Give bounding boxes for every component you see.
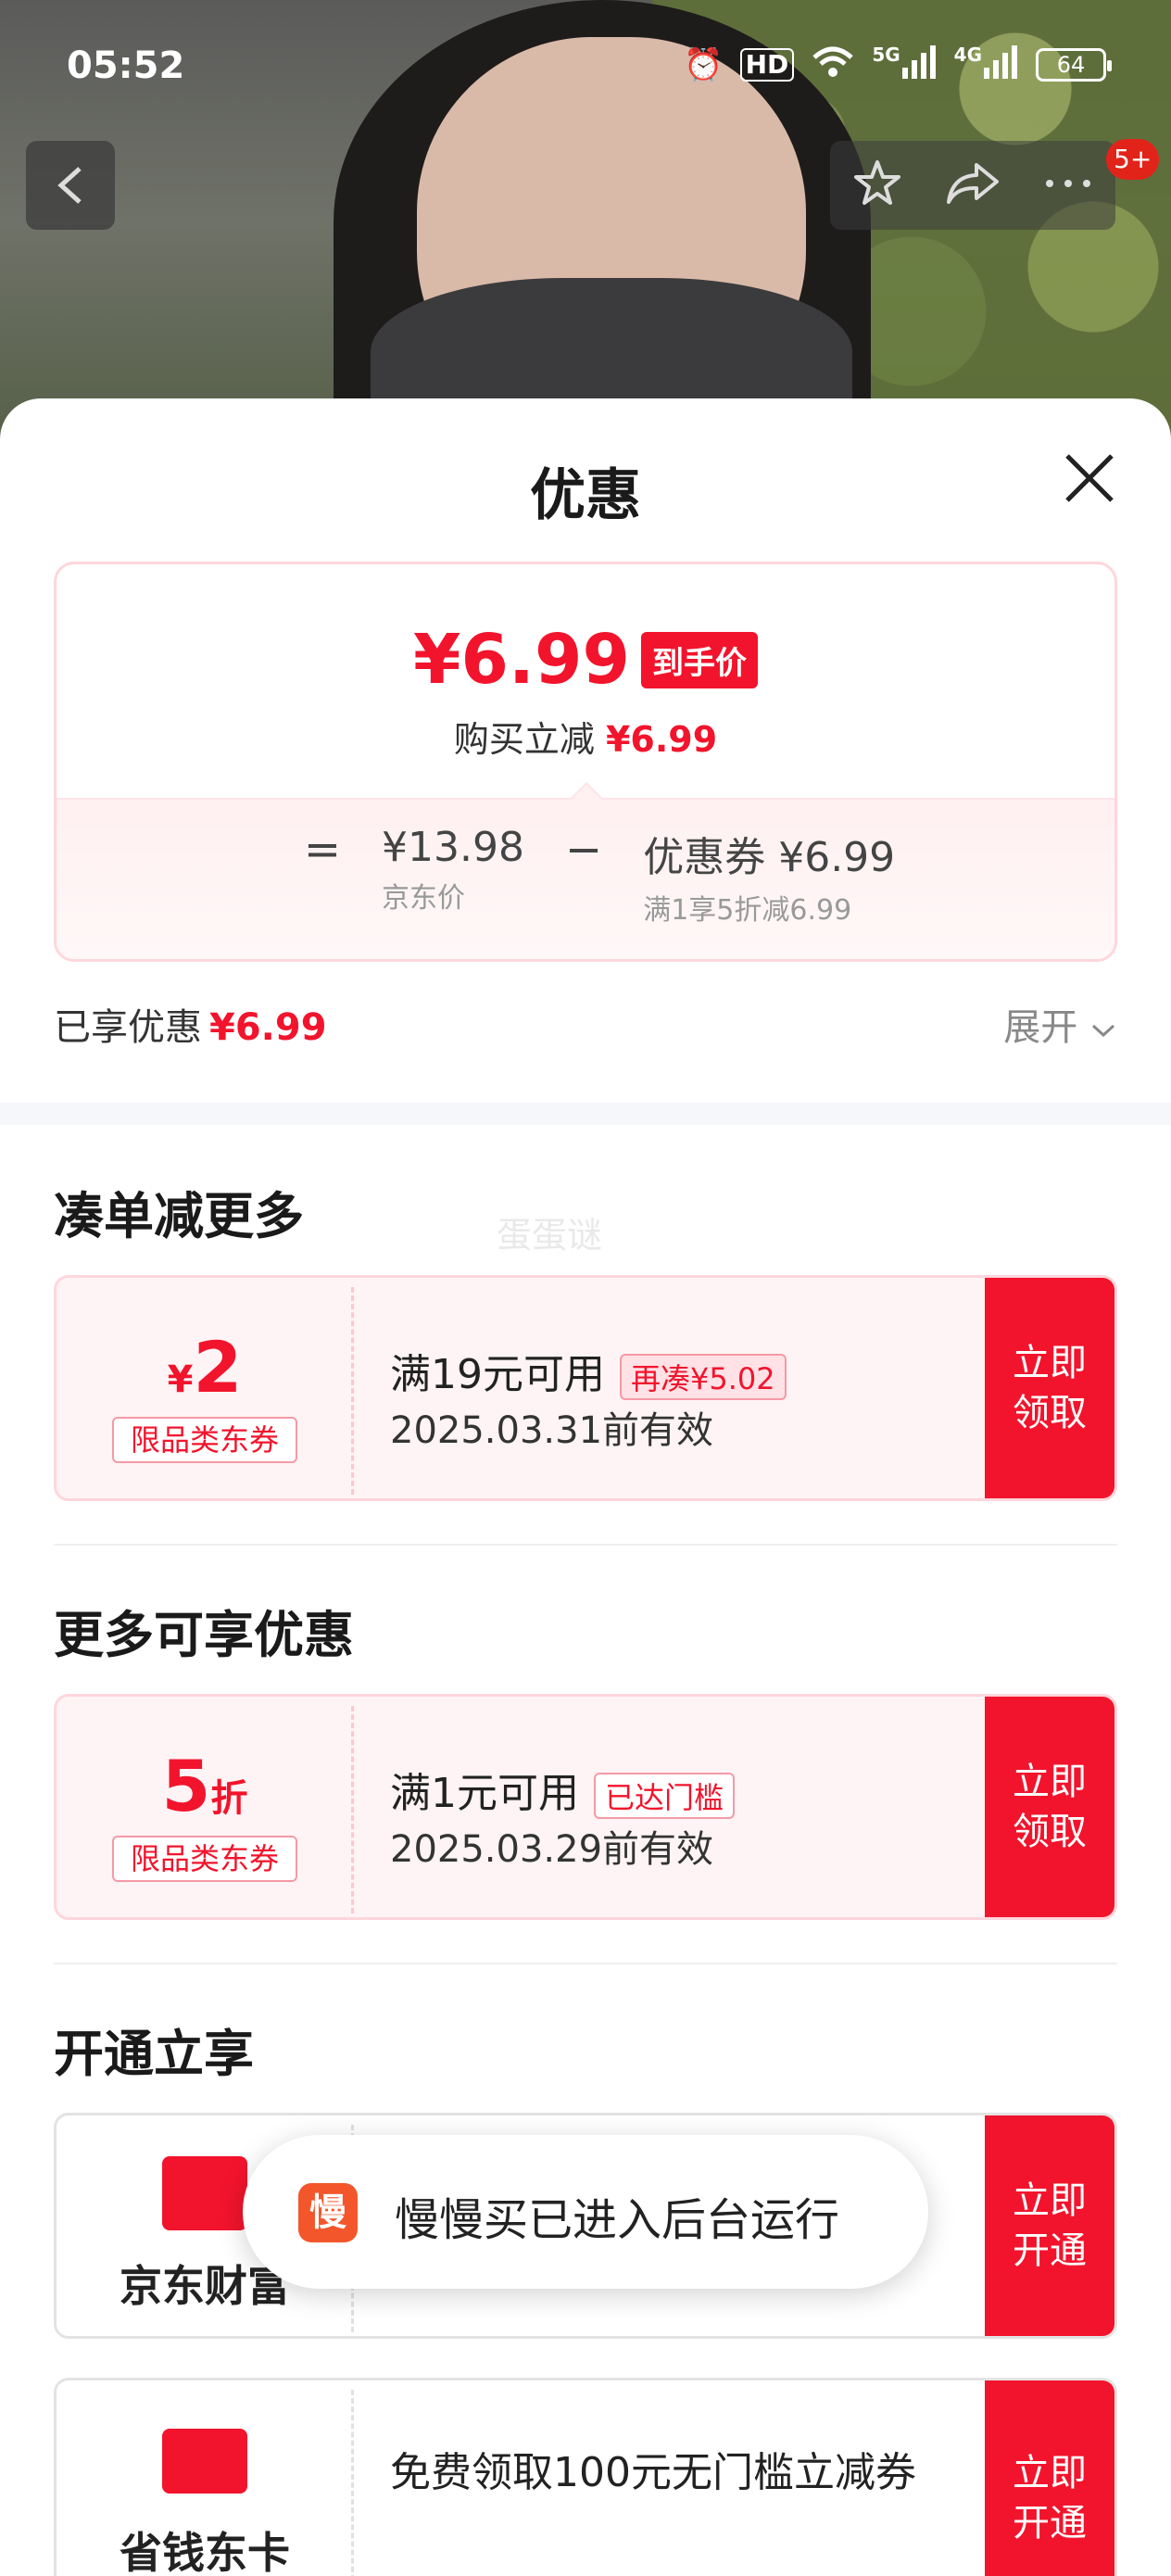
price-summary-top: ¥6.99 到手价 购买立减 ¥6.99 (57, 564, 1114, 798)
cta-line: 领取 (1013, 1392, 1087, 1434)
close-icon (1065, 454, 1114, 502)
close-button[interactable] (1060, 448, 1119, 508)
share-icon[interactable] (945, 158, 1001, 213)
jd-price-label: 京东价 (382, 882, 466, 915)
coupon-rule: 满1享5折减6.99 (643, 894, 852, 927)
favorite-star-icon[interactable] (851, 158, 903, 213)
coupon-value: 5 (161, 1745, 211, 1827)
final-price-row: ¥6.99 到手价 (57, 620, 1114, 700)
signal-5g-label: 5G (872, 44, 900, 66)
cta-line: 立即 (1013, 2452, 1087, 2494)
coupon-status-pill: 已达门槛 (594, 1773, 736, 1819)
back-button[interactable] (26, 141, 115, 230)
coupon-condition-row: 满19元可用 再凑¥5.02 (390, 1341, 787, 1400)
watermark: 蛋蛋谜 (497, 1215, 603, 1256)
background-running-toast: 慢 慢慢买已进入后台运行 (243, 2135, 928, 2289)
price-summary-card: ¥6.99 到手价 购买立减 ¥6.99 = ¥13.98 京东价 − 优惠券 ¥… (54, 562, 1117, 962)
card-dashed-separator (351, 2390, 354, 2576)
chevron-down-icon (1091, 1024, 1115, 1038)
instant-discount-line: 购买立减 ¥6.99 (57, 711, 1114, 762)
divider-line (54, 1544, 1117, 1546)
coupon-valid-date: 2025.03.29前有效 (390, 1828, 714, 1871)
top-action-bar (830, 141, 1115, 230)
wifi-icon (811, 44, 855, 85)
equals-sign: = (303, 824, 342, 876)
cta-line: 立即 (1013, 1342, 1087, 1384)
toast-text: 慢慢买已进入后台运行 (395, 2194, 840, 2246)
cta-line: 开通 (1013, 2502, 1087, 2544)
claim-coupon-button[interactable]: 立即 领取 (985, 1278, 1114, 1498)
expand-toggle[interactable]: 展开 (1003, 997, 1117, 1051)
section-title-membership: 开通立享 (54, 2025, 254, 2083)
cta-line: 领取 (1013, 1811, 1087, 1853)
claim-coupon-button[interactable]: 立即 领取 (985, 1697, 1114, 1917)
currency-symbol: ¥ (167, 1358, 194, 1401)
coupon-valid-date: 2025.03.31前有效 (390, 1409, 714, 1452)
status-icons: ⏰ HD 5G 4G 64 (684, 44, 1112, 85)
instant-discount-label: 购买立减 (453, 719, 595, 760)
final-price: ¥6.99 (412, 620, 631, 700)
discount-unit: 折 (210, 1777, 248, 1820)
coupon-block: 优惠券 ¥6.99 满1享5折减6.99 (643, 824, 895, 928)
chevron-left-icon (57, 167, 82, 204)
manmanmai-app-icon: 慢 (298, 2183, 358, 2242)
coupon-dashed-separator (351, 1287, 354, 1495)
divider-line (54, 1963, 1117, 1964)
hd-icon: HD (739, 48, 795, 82)
saved-amount: ¥6.99 (209, 1006, 327, 1049)
coupon-type-tag: 限品类东券 (112, 1417, 297, 1463)
coupon-condition: 满1元可用 (390, 1770, 579, 1817)
coupon-dashed-separator (351, 1706, 354, 1913)
instant-discount-amount: ¥6.99 (605, 719, 718, 760)
alarm-icon: ⏰ (684, 46, 724, 83)
sheet-title: 优惠 (530, 463, 641, 528)
coupon-card: 5折 限品类东券 满1元可用 已达门槛 2025.03.29前有效 立即 领取 (54, 1694, 1117, 1920)
coupon-condition-row: 满1元可用 已达门槛 (390, 1760, 736, 1819)
final-price-tag: 到手价 (641, 631, 759, 688)
saved-summary: 已享优惠 ¥6.99 (54, 997, 327, 1051)
coupon-card: ¥2 限品类东券 满19元可用 再凑¥5.02 2025.03.31前有效 立即 … (54, 1275, 1117, 1501)
coupon-status-pill: 再凑¥5.02 (620, 1354, 787, 1400)
more-dots-icon[interactable] (1042, 176, 1094, 195)
signal-5g-icon: 5G (872, 45, 937, 84)
status-bar: 05:52 ⏰ HD 5G 4G 64 (0, 0, 1171, 139)
section-divider (0, 1103, 1171, 1125)
price-formula-row: = ¥13.98 京东价 − 优惠券 ¥6.99 满1享5折减6.99 (57, 824, 1114, 928)
brand-name: 省钱东卡 (120, 2528, 290, 2576)
coupon-value: 2 (193, 1326, 243, 1408)
saved-label: 已享优惠 (54, 1006, 202, 1049)
cta-line: 立即 (1013, 2179, 1087, 2222)
cta-line: 立即 (1013, 1761, 1087, 1803)
membership-card-saving-card: 省钱东卡 免费领取100元无门槛立减券 立即 开通 (54, 2378, 1117, 2576)
signal-4g-label: 4G (953, 44, 982, 66)
activate-button[interactable]: 立即 开通 (985, 2115, 1114, 2336)
status-time: 05:52 (67, 44, 185, 87)
coupon-type-tag: 限品类东券 (112, 1836, 297, 1882)
jd-wealth-logo-icon (162, 2156, 247, 2230)
coupon-amount: 5折 (57, 1745, 353, 1827)
signal-4g-icon: 4G (954, 45, 1019, 84)
message-count-badge: 5+ (1106, 139, 1160, 180)
section-title-more-savings: 凑单减更多 (54, 1187, 304, 1245)
saving-card-logo-icon (162, 2429, 247, 2494)
coupon-condition: 满19元可用 (390, 1351, 605, 1398)
coupon-amount: ¥2 (57, 1326, 353, 1408)
coupon-deduction: 优惠券 ¥6.99 (643, 834, 896, 881)
card-offer-text: 免费领取100元无门槛立减券 (390, 2449, 916, 2496)
jd-price-block: ¥13.98 京东价 (382, 824, 524, 915)
battery-icon: 64 (1036, 48, 1112, 82)
jd-price: ¥13.98 (382, 824, 524, 871)
section-title-more-offers: 更多可享优惠 (54, 1606, 354, 1664)
expand-label: 展开 (1003, 1006, 1078, 1049)
activate-button[interactable]: 立即 开通 (985, 2380, 1114, 2576)
minus-sign: − (565, 824, 603, 876)
cta-line: 开通 (1013, 2229, 1087, 2272)
